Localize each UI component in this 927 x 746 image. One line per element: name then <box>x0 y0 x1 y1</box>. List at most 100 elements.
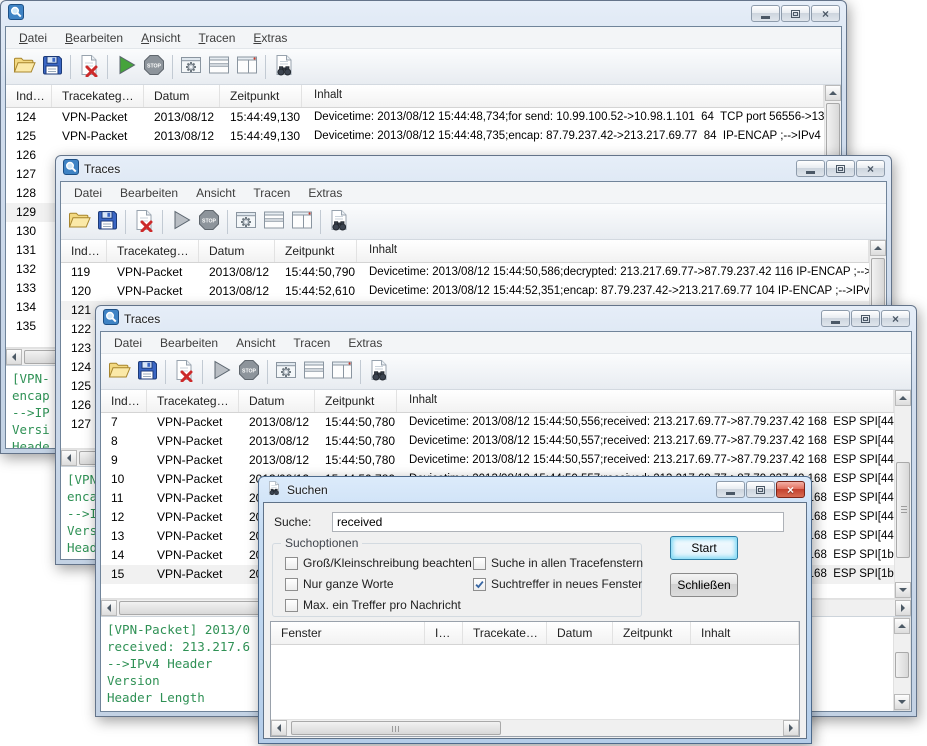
column-header-datum[interactable]: Datum <box>239 390 315 412</box>
menu-item-ansicht[interactable]: Ansicht <box>227 334 284 352</box>
titlebar[interactable]: Traces × <box>96 306 916 331</box>
minimize-button[interactable] <box>821 310 850 327</box>
menu-item-bearbeiten[interactable]: Bearbeiten <box>111 184 187 202</box>
split-vertical-button[interactable] <box>233 53 261 81</box>
column-header-index[interactable]: Index <box>6 85 52 107</box>
minimize-button[interactable] <box>751 5 780 22</box>
column-header-inhalt[interactable]: Inhalt <box>302 85 824 107</box>
column-header-datum[interactable]: Datum <box>199 240 275 262</box>
start-trace-button[interactable] <box>207 358 235 386</box>
checkbox-suche-in-allen-tracefenstern[interactable]: Suche in allen Tracefenstern <box>473 556 643 570</box>
start-trace-button[interactable] <box>112 53 140 81</box>
scrollbar-thumb[interactable] <box>291 721 501 735</box>
open-trace-button[interactable] <box>65 208 93 236</box>
menu-item-bearbeiten[interactable]: Bearbeiten <box>151 334 227 352</box>
titlebar[interactable]: × <box>1 1 846 26</box>
results-column-header-zeitpunkt[interactable]: Zeitpunkt <box>613 622 691 644</box>
column-header-tracekategorie[interactable]: Tracekategorie <box>107 240 199 262</box>
checkbox-suchtreffer-in-neues-fenster[interactable]: Suchtreffer in neues Fenster <box>473 577 643 591</box>
start-button[interactable]: Start <box>670 536 738 560</box>
menu-item-datei[interactable]: Datei <box>10 29 56 47</box>
trace-settings-button[interactable] <box>272 358 300 386</box>
column-header-index[interactable]: Index <box>101 390 147 412</box>
open-trace-button[interactable] <box>105 358 133 386</box>
menu-item-ansicht[interactable]: Ansicht <box>187 184 244 202</box>
start-trace-button[interactable] <box>167 208 195 236</box>
results-column-header-index[interactable]: Index <box>425 622 463 644</box>
column-header-inhalt[interactable]: Inhalt <box>397 390 894 412</box>
trace-row[interactable]: 9VPN-Packet2013/08/1215:44:50,780Devicet… <box>101 451 894 470</box>
trace-row[interactable]: 119VPN-Packet2013/08/1215:44:50,790Devic… <box>61 263 869 282</box>
column-header-index[interactable]: Index <box>61 240 107 262</box>
close-button[interactable]: × <box>776 481 805 498</box>
menu-item-extras[interactable]: Extras <box>339 334 391 352</box>
titlebar[interactable]: Traces × <box>56 156 891 181</box>
column-header-zeitpunkt[interactable]: Zeitpunkt <box>275 240 357 262</box>
save-trace-button[interactable] <box>133 358 161 386</box>
save-trace-button[interactable] <box>38 53 66 81</box>
column-header-tracekategorie[interactable]: Tracekategorie <box>147 390 239 412</box>
menu-item-datei[interactable]: Datei <box>105 334 151 352</box>
open-trace-button[interactable] <box>10 53 38 81</box>
column-header-zeitpunkt[interactable]: Zeitpunkt <box>315 390 397 412</box>
scrollbar-thumb[interactable] <box>896 462 910 558</box>
menu-item-tracen[interactable]: Tracen <box>284 334 339 352</box>
close-button[interactable]: × <box>856 160 885 177</box>
split-horizontal-button[interactable] <box>260 208 288 236</box>
maximize-button[interactable] <box>826 160 855 177</box>
column-header-datum[interactable]: Datum <box>144 85 220 107</box>
split-horizontal-button[interactable] <box>205 53 233 81</box>
checkbox-max-ein-treffer-pro-nachricht[interactable]: Max. ein Treffer pro Nachricht <box>285 598 472 612</box>
minimize-button[interactable] <box>716 481 745 498</box>
checkbox-nur-ganze-worte[interactable]: Nur ganze Worte <box>285 577 472 591</box>
results-horizontal-scrollbar[interactable] <box>271 719 799 736</box>
close-button[interactable]: × <box>881 310 910 327</box>
save-trace-button[interactable] <box>93 208 121 236</box>
column-header-tracekategorie[interactable]: Tracekategorie <box>52 85 144 107</box>
results-column-header-fenster[interactable]: Fenster <box>271 622 425 644</box>
menu-item-datei[interactable]: Datei <box>65 184 111 202</box>
split-vertical-button[interactable] <box>288 208 316 236</box>
stop-trace-button[interactable]: STOP <box>140 53 168 81</box>
search-trace-button[interactable] <box>365 358 393 386</box>
trace-row[interactable]: 8VPN-Packet2013/08/1215:44:50,780Devicet… <box>101 432 894 451</box>
menu-item-extras[interactable]: Extras <box>244 29 296 47</box>
search-input[interactable] <box>332 512 784 532</box>
results-column-header-inhalt[interactable]: Inhalt <box>691 622 799 644</box>
checkbox-groß-kleinschreibung-beachten[interactable]: Groß/Kleinschreibung beachten <box>285 556 472 570</box>
maximize-button[interactable] <box>781 5 810 22</box>
trace-row[interactable]: 125VPN-Packet2013/08/1215:44:49,130Devic… <box>6 127 824 146</box>
column-header-zeitpunkt[interactable]: Zeitpunkt <box>220 85 302 107</box>
split-vertical-button[interactable] <box>328 358 356 386</box>
search-trace-button[interactable] <box>270 53 298 81</box>
results-column-header-datum[interactable]: Datum <box>547 622 613 644</box>
scrollbar-thumb[interactable] <box>895 652 909 678</box>
menu-item-tracen[interactable]: Tracen <box>189 29 244 47</box>
detail-vertical-scrollbar[interactable] <box>893 617 911 711</box>
clear-trace-button[interactable] <box>75 53 103 81</box>
trace-row[interactable]: 7VPN-Packet2013/08/1215:44:50,780Devicet… <box>101 413 894 432</box>
vertical-scrollbar[interactable] <box>894 390 911 598</box>
trace-settings-button[interactable] <box>232 208 260 236</box>
results-column-header-tracekategorie[interactable]: Tracekategorie <box>463 622 547 644</box>
clear-trace-button[interactable] <box>170 358 198 386</box>
search-trace-button[interactable] <box>325 208 353 236</box>
menu-item-extras[interactable]: Extras <box>299 184 351 202</box>
trace-row[interactable]: 124VPN-Packet2013/08/1215:44:49,130Devic… <box>6 108 824 127</box>
close-dialog-button[interactable]: Schließen <box>670 573 738 597</box>
trace-row[interactable]: 120VPN-Packet2013/08/1215:44:52,610Devic… <box>61 282 869 301</box>
stop-trace-button[interactable]: STOP <box>195 208 223 236</box>
minimize-button[interactable] <box>796 160 825 177</box>
trace-settings-button[interactable] <box>177 53 205 81</box>
menu-item-bearbeiten[interactable]: Bearbeiten <box>56 29 132 47</box>
maximize-button[interactable] <box>851 310 880 327</box>
stop-trace-button[interactable]: STOP <box>235 358 263 386</box>
menu-item-tracen[interactable]: Tracen <box>244 184 299 202</box>
menu-item-ansicht[interactable]: Ansicht <box>132 29 189 47</box>
clear-trace-button[interactable] <box>130 208 158 236</box>
close-button[interactable]: × <box>811 5 840 22</box>
maximize-button[interactable] <box>746 481 775 498</box>
titlebar[interactable]: Suchen × <box>259 477 811 502</box>
scrollbar-thumb[interactable] <box>826 103 840 161</box>
split-horizontal-button[interactable] <box>300 358 328 386</box>
